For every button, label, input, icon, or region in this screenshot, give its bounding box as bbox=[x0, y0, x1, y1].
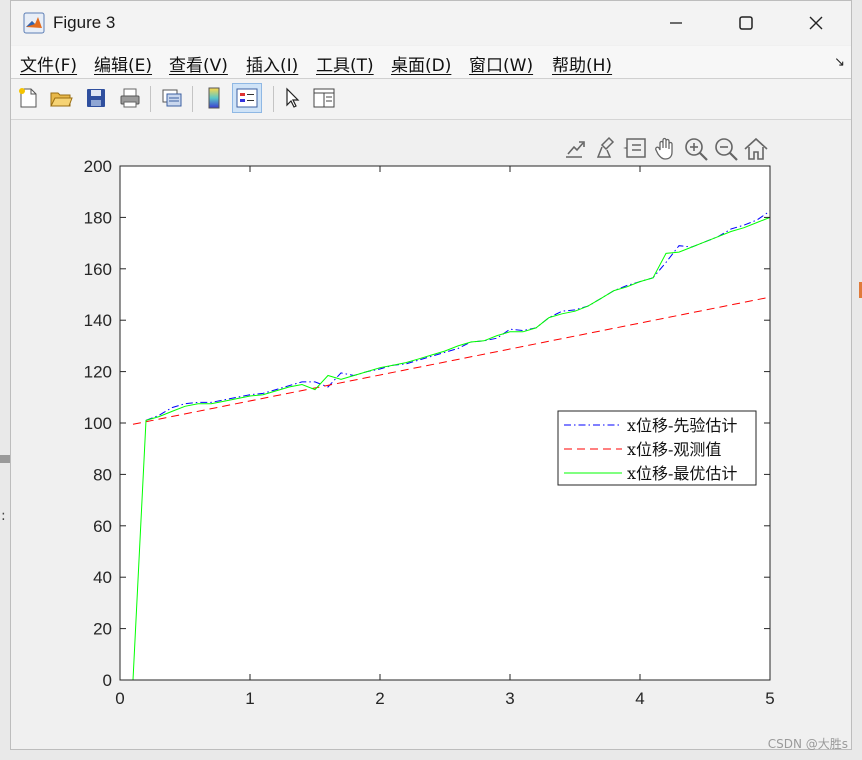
x-tick-label: 0 bbox=[115, 689, 124, 708]
y-tick-label: 60 bbox=[93, 517, 112, 536]
y-tick-label: 140 bbox=[84, 311, 112, 330]
legend-label-2: x位移-最优估计 bbox=[627, 464, 737, 483]
x-tick-label: 2 bbox=[375, 689, 384, 708]
y-tick-label: 0 bbox=[103, 671, 112, 690]
y-tick-label: 180 bbox=[84, 208, 112, 227]
legend-label-1: x位移-观测值 bbox=[627, 440, 721, 459]
watermark: CSDN @大胜s bbox=[767, 737, 848, 751]
x-tick-label: 4 bbox=[635, 689, 644, 708]
y-tick-label: 20 bbox=[93, 620, 112, 639]
y-tick-label: 160 bbox=[84, 260, 112, 279]
x-tick-label: 5 bbox=[765, 689, 774, 708]
y-tick-label: 120 bbox=[84, 363, 112, 382]
y-tick-label: 100 bbox=[84, 414, 112, 433]
y-tick-label: 80 bbox=[93, 465, 112, 484]
y-tick-label: 40 bbox=[93, 568, 112, 587]
y-tick-label: 200 bbox=[84, 157, 112, 176]
legend-label-0: x位移-先验估计 bbox=[627, 416, 737, 435]
legend[interactable]: x位移-先验估计 x位移-观测值 x位移-最优估计 bbox=[557, 410, 757, 486]
x-tick-label: 3 bbox=[505, 689, 514, 708]
line-chart: 0 1 2 3 4 5 0 20 40 60 80 100 120 140 160 180 200 x位移-先验… bbox=[84, 157, 775, 708]
x-tick-label: 1 bbox=[245, 689, 254, 708]
